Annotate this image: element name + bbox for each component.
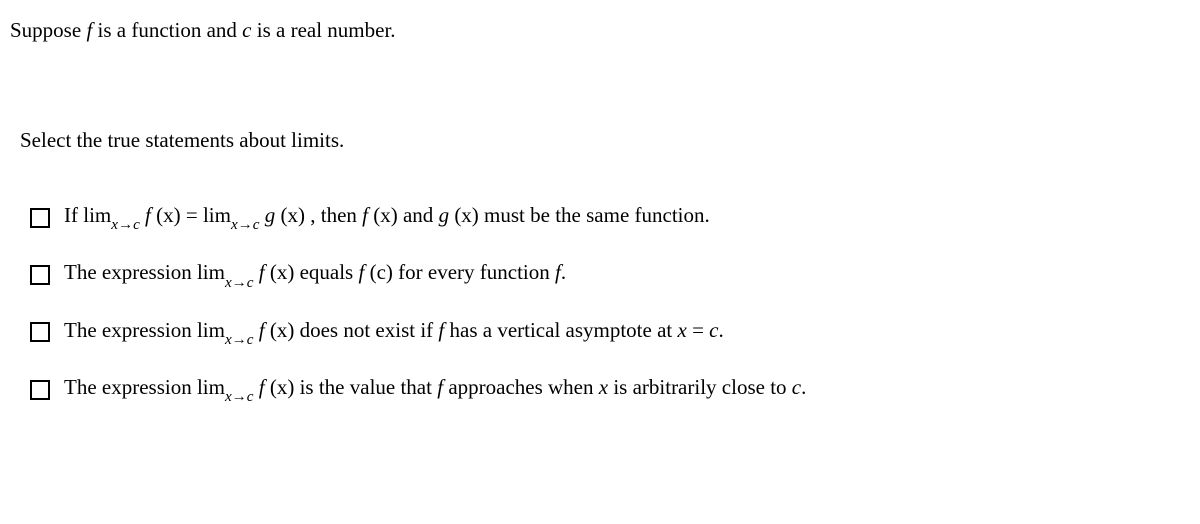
opt4-p1: The expression lim <box>64 375 225 399</box>
opt3-p2: f <box>254 318 265 342</box>
select-prompt: Select the true statements about limits. <box>10 128 1190 153</box>
intro-c: c <box>242 18 251 42</box>
opt1-p2: f <box>140 203 151 227</box>
opt3-p8: c <box>709 318 718 342</box>
opt1-p5: (x) , then <box>275 203 362 227</box>
opt4-p5: approaches when <box>443 375 599 399</box>
opt3-sub1: x→c <box>225 332 254 348</box>
intro-mid1: is a function and <box>92 18 242 42</box>
opt1-p1: If lim <box>64 203 111 227</box>
intro-pre: Suppose <box>10 18 86 42</box>
option-1-text: If limx→c f (x) = limx→c g (x) , then f … <box>64 201 710 234</box>
option-3-text: The expression limx→c f (x) does not exi… <box>64 316 724 349</box>
option-3: The expression limx→c f (x) does not exi… <box>30 316 1190 349</box>
opt1-sub1: x→c <box>111 217 140 233</box>
opt4-p8: c <box>792 375 801 399</box>
option-4-text: The expression limx→c f (x) is the value… <box>64 373 806 406</box>
opt4-p9: . <box>801 375 806 399</box>
checkbox-1[interactable] <box>30 208 50 228</box>
intro-mid2: is a real number. <box>252 18 396 42</box>
opt3-p6: x <box>678 318 687 342</box>
opt2-sub1: x→c <box>225 275 254 291</box>
checkbox-3[interactable] <box>30 322 50 342</box>
opt2-p7: . <box>561 260 566 284</box>
option-4: The expression limx→c f (x) is the value… <box>30 373 1190 406</box>
checkbox-2[interactable] <box>30 265 50 285</box>
checkbox-4[interactable] <box>30 380 50 400</box>
opt3-p3: (x) does not exist if <box>265 318 439 342</box>
opt1-p3: (x) = lim <box>151 203 231 227</box>
opt2-p2: f <box>254 260 265 284</box>
option-1: If limx→c f (x) = limx→c g (x) , then f … <box>30 201 1190 234</box>
opt3-p5: has a vertical asymptote at <box>444 318 677 342</box>
opt1-sub2: x→c <box>231 217 260 233</box>
opt1-p8: g <box>439 203 450 227</box>
opt4-p7: is arbitrarily close to <box>608 375 792 399</box>
opt1-p4: g <box>260 203 276 227</box>
opt3-p7: = <box>687 318 709 342</box>
opt4-p6: x <box>599 375 608 399</box>
opt3-p1: The expression lim <box>64 318 225 342</box>
opt4-p2: f <box>254 375 265 399</box>
opt1-p7: (x) and <box>368 203 439 227</box>
opt3-p9: . <box>719 318 724 342</box>
option-2-text: The expression limx→c f (x) equals f (c)… <box>64 258 566 291</box>
intro-text: Suppose f is a function and c is a real … <box>10 18 1190 43</box>
opt4-sub1: x→c <box>225 389 254 405</box>
opt2-p1: The expression lim <box>64 260 225 284</box>
opt4-p3: (x) is the value that <box>265 375 438 399</box>
opt2-p3: (x) equals <box>265 260 359 284</box>
options-list: If limx→c f (x) = limx→c g (x) , then f … <box>10 201 1190 406</box>
opt1-p9: (x) must be the same function. <box>449 203 710 227</box>
option-2: The expression limx→c f (x) equals f (c)… <box>30 258 1190 291</box>
opt2-p5: (c) for every function <box>364 260 555 284</box>
